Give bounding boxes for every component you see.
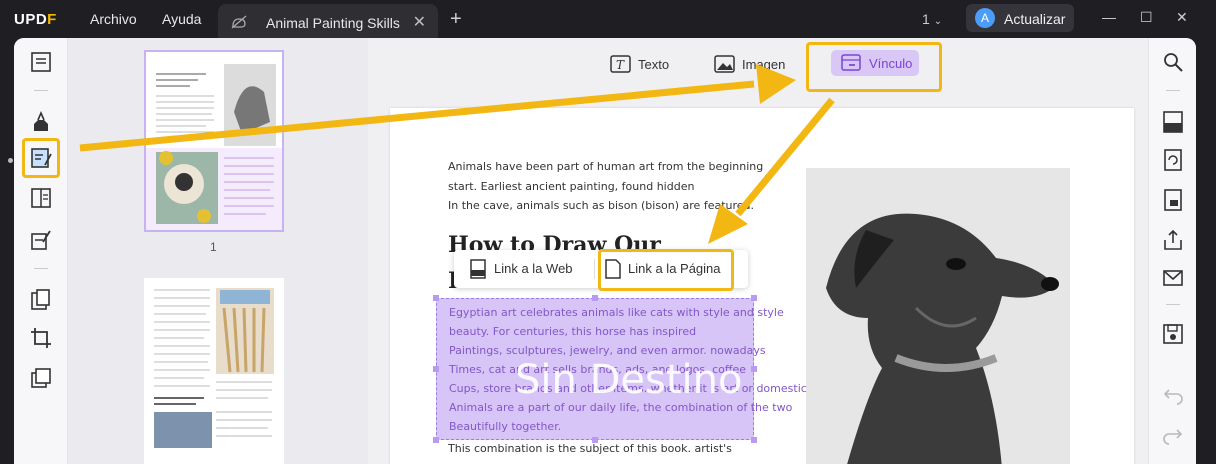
thumbnail-page-1-preview <box>146 64 282 230</box>
thumbnail-page-2[interactable] <box>144 278 284 464</box>
resize-handle[interactable] <box>592 295 598 301</box>
body-line: This combination is the subject of this … <box>448 442 732 455</box>
link-to-web-option[interactable]: Link a la Web <box>494 261 573 276</box>
edit-text-button[interactable]: T Texto <box>610 52 672 78</box>
share-icon[interactable] <box>1161 228 1185 252</box>
selected-line: Beautifully together. <box>449 420 562 433</box>
close-tab-icon[interactable]: ✕ <box>413 12 426 32</box>
edit-image-label: Imagen <box>742 57 786 72</box>
intro-line: start. Earliest ancient painting, found … <box>448 180 695 193</box>
panel-indicator-dot <box>8 158 13 163</box>
left-toolbar <box>14 38 68 464</box>
dog-sketch-drawing <box>806 168 1070 464</box>
thumbnail-page-2-preview <box>154 288 274 448</box>
divider <box>34 90 48 91</box>
convert-icon[interactable] <box>29 288 53 312</box>
organize-pages-icon[interactable] <box>29 186 53 210</box>
selected-text-block[interactable]: Egyptian art celebrates animals like cat… <box>436 298 807 440</box>
link-tool-label: Vínculo <box>869 56 913 71</box>
save-icon[interactable] <box>1161 322 1185 346</box>
resize-handle[interactable] <box>433 366 439 372</box>
ocr-icon[interactable] <box>1161 110 1185 134</box>
protect-icon[interactable] <box>1161 188 1185 212</box>
selected-line: Egyptian art celebrates animals like cat… <box>449 306 784 319</box>
convert-pdf-icon[interactable] <box>1161 148 1185 172</box>
app-logo: UPDF <box>14 11 57 28</box>
resize-handle[interactable] <box>433 295 439 301</box>
avatar: A <box>975 8 995 28</box>
email-icon[interactable] <box>1161 266 1185 290</box>
dog-sketch-image <box>806 168 1070 464</box>
svg-text:T: T <box>616 58 625 72</box>
edit-text-label: Texto <box>638 57 670 72</box>
edit-pdf-icon[interactable] <box>29 146 53 170</box>
resize-handle[interactable] <box>433 437 439 443</box>
intro-line: Animals have been part of human art from… <box>448 160 764 173</box>
right-toolbar <box>1148 38 1196 464</box>
reader-icon[interactable] <box>29 50 53 74</box>
update-button[interactable]: A Actualizar <box>966 4 1074 32</box>
resize-handle[interactable] <box>751 366 757 372</box>
crop-icon[interactable] <box>29 326 53 350</box>
web-link-icon <box>470 259 486 279</box>
title-bar: UPDF Archivo Ayuda Animal Painting Skill… <box>0 0 1216 38</box>
resize-handle[interactable] <box>751 437 757 443</box>
thumbnail-page-number: 1 <box>210 240 217 254</box>
maximize-icon[interactable]: ☐ <box>1140 9 1153 26</box>
menu-ayuda[interactable]: Ayuda <box>162 11 201 27</box>
search-icon[interactable] <box>1161 50 1185 74</box>
document-cloud-icon <box>231 15 247 29</box>
undo-icon[interactable] <box>1161 382 1185 406</box>
document-tab[interactable]: Animal Painting Skills ✕ <box>218 4 438 38</box>
close-window-icon[interactable]: ✕ <box>1176 9 1188 26</box>
divider <box>1166 304 1180 305</box>
divider <box>594 259 595 279</box>
document-view: T Texto Imagen Vínculo Animals have been… <box>368 38 1148 464</box>
layers-icon[interactable] <box>29 366 53 390</box>
redo-icon[interactable] <box>1161 422 1185 446</box>
link-to-page-highlight <box>598 249 734 291</box>
tab-title: Animal Painting Skills <box>266 15 400 31</box>
divider <box>1166 90 1180 91</box>
edit-image-button[interactable]: Imagen <box>714 52 786 78</box>
page-indicator[interactable]: 1 ⌄ <box>922 11 942 27</box>
selected-line: beauty. For centuries, this horse has in… <box>449 325 697 338</box>
resize-handle[interactable] <box>751 295 757 301</box>
menu-archivo[interactable]: Archivo <box>90 11 137 27</box>
thumbnail-panel: 1 <box>68 38 368 464</box>
app-window: 1 T Texto Imagen Vínculo Animals have be… <box>14 38 1196 464</box>
minimize-icon[interactable]: — <box>1102 9 1116 25</box>
link-tool-icon <box>841 54 861 71</box>
form-icon[interactable] <box>29 228 53 252</box>
thumbnail-page-1[interactable] <box>144 50 284 232</box>
selected-line: Paintings, sculptures, jewelry, and even… <box>449 344 766 357</box>
text-tool-icon: T <box>610 55 631 73</box>
highlighter-icon[interactable] <box>29 110 53 134</box>
no-destination-overlay: Sin Destino <box>515 357 743 403</box>
intro-line: In the cave, animals such as bison (biso… <box>448 199 755 212</box>
new-tab-icon[interactable]: + <box>450 8 462 31</box>
divider <box>34 268 48 269</box>
update-label: Actualizar <box>1004 11 1066 27</box>
link-tool-button[interactable]: Vínculo <box>831 50 919 76</box>
image-tool-icon <box>714 55 735 73</box>
